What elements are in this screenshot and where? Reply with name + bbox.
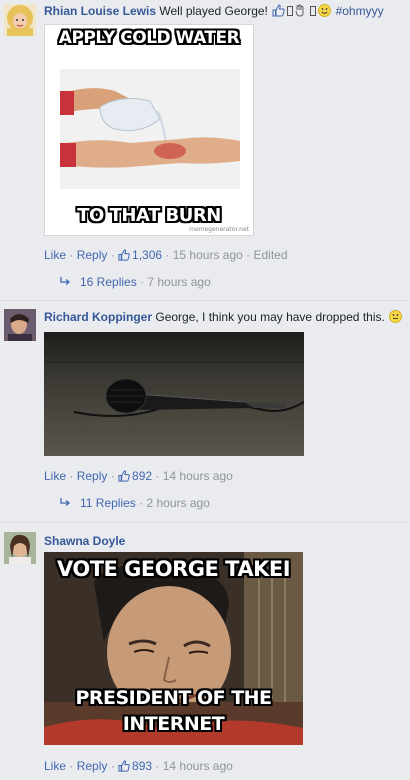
timestamp[interactable]: 14 hours ago	[163, 469, 233, 483]
meme-photo	[60, 69, 240, 189]
like-link[interactable]: Like	[44, 469, 66, 483]
comment-line: Shawna Doyle	[44, 532, 125, 550]
reply-arrow-icon	[60, 274, 72, 290]
avatar[interactable]	[4, 309, 36, 341]
reply-link[interactable]: Reply	[77, 759, 108, 773]
smiley-icon	[389, 310, 403, 323]
unknown-glyph-icon	[310, 6, 317, 16]
unknown-glyph-icon	[287, 6, 294, 16]
comment-text: Well played George!	[159, 4, 268, 18]
comment-actions: Like · Reply · 893 · 14 hours ago	[44, 758, 233, 776]
like-link[interactable]: Like	[44, 248, 66, 262]
author-name[interactable]: Rhian Louise Lewis	[44, 4, 156, 18]
reply-link[interactable]: Reply	[77, 248, 108, 262]
comment-actions: Like · Reply · 892 · 14 hours ago	[44, 468, 233, 486]
smiley-icon	[318, 4, 332, 17]
like-count[interactable]: 893	[132, 759, 152, 773]
thumbs-up-icon	[118, 760, 130, 776]
like-count[interactable]: 892	[132, 469, 152, 483]
microphone-image[interactable]	[44, 332, 304, 456]
divider	[0, 300, 410, 301]
comment-actions: Like · Reply · 1,306 · 15 hours ago · Ed…	[44, 247, 288, 265]
meme-top-caption: VOTE GEORGE TAKEI	[56, 557, 291, 581]
comment-shawna: Shawna Doyle VOTE GEORGE TAKEI PRESIDENT…	[0, 528, 410, 780]
replies-count-link[interactable]: 11 Replies	[80, 496, 136, 510]
author-name[interactable]: Richard Koppinger	[44, 310, 152, 324]
timestamp[interactable]: 14 hours ago	[163, 759, 233, 773]
reply-link[interactable]: Reply	[77, 469, 108, 483]
comment-rhian: Rhian Louise Lewis Well played George! #…	[0, 0, 410, 298]
edited-label[interactable]: Edited	[253, 248, 287, 262]
microphone-photo	[44, 332, 304, 456]
comment-line: Richard Koppinger George, I think you ma…	[44, 308, 403, 326]
meme-bottom-caption-line2: INTERNET	[122, 713, 225, 735]
author-name[interactable]: Shawna Doyle	[44, 534, 125, 548]
meme-bottom-caption: TO THAT BURN	[77, 205, 221, 226]
watermark: memegenerator.net	[189, 226, 249, 233]
divider	[0, 522, 410, 523]
comment-text: George, I think you may have dropped thi…	[155, 310, 385, 324]
timestamp[interactable]: 15 hours ago	[173, 248, 243, 262]
comment-line: Rhian Louise Lewis Well played George! #…	[44, 2, 384, 20]
avatar[interactable]	[4, 4, 36, 36]
thumbs-up-icon	[118, 249, 130, 265]
reply-arrow-icon	[60, 495, 72, 511]
hashtag-link[interactable]: #ohmyyy	[336, 4, 384, 18]
view-replies[interactable]: 16 Replies · 7 hours ago	[60, 274, 211, 290]
meme-bottom-caption-line1: PRESIDENT OF THE	[75, 687, 272, 709]
replies-count-link[interactable]: 16 Replies	[80, 275, 137, 289]
meme-image-cold-water[interactable]: APPLY COLD WATER TO THAT BURN memegenera…	[44, 24, 254, 236]
view-replies[interactable]: 11 Replies · 2 hours ago	[60, 495, 210, 511]
thumbs-up-icon	[118, 470, 130, 486]
thumbs-up-icon	[272, 4, 285, 17]
replies-time: 7 hours ago	[147, 275, 211, 289]
comment-richard: Richard Koppinger George, I think you ma…	[0, 305, 410, 515]
hand-icon	[295, 4, 308, 17]
like-count[interactable]: 1,306	[132, 248, 162, 262]
meme-top-caption: APPLY COLD WATER	[58, 28, 240, 48]
replies-time: 2 hours ago	[146, 496, 210, 510]
meme-image-takei[interactable]: VOTE GEORGE TAKEI PRESIDENT OF THE INTER…	[44, 552, 303, 745]
like-link[interactable]: Like	[44, 759, 66, 773]
avatar[interactable]	[4, 532, 36, 564]
